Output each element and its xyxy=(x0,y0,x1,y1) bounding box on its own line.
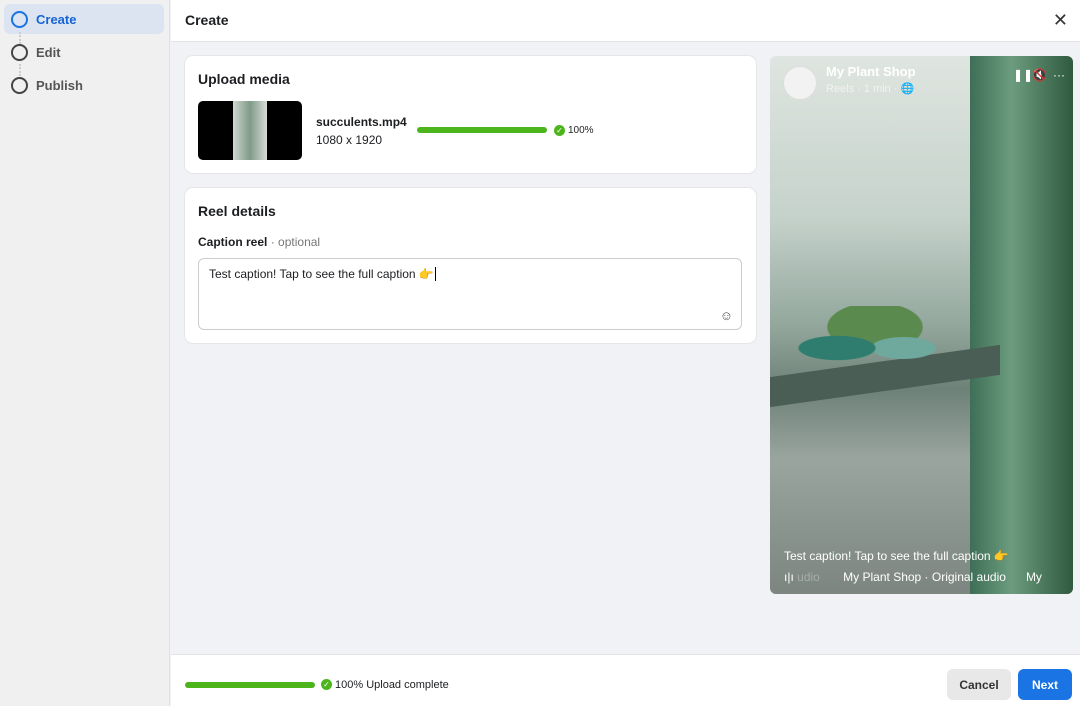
page-name: My Plant Shop xyxy=(826,64,916,79)
video-thumbnail xyxy=(198,101,302,160)
audio-prefix: udio xyxy=(797,570,820,584)
meta-text: Reels · 1 min · xyxy=(826,83,901,95)
upload-media-title: Upload media xyxy=(198,71,290,87)
caption-input[interactable]: Test caption! Tap to see the full captio… xyxy=(198,258,742,330)
page-title: Create xyxy=(185,12,229,28)
step-circle-icon xyxy=(11,43,28,61)
footer-progress-bar xyxy=(185,682,315,688)
file-dimensions: 1080 x 1920 xyxy=(316,133,383,147)
reel-details-card: Reel details Caption reel · optional Tes… xyxy=(185,188,756,343)
step-label: Publish xyxy=(36,77,83,93)
pause-icon[interactable]: ❚❚ xyxy=(1013,68,1033,82)
audio-icon: ı|ı xyxy=(784,570,794,584)
audio-text: My Plant Shop · Original audio xyxy=(843,570,1006,584)
step-circle-icon xyxy=(11,76,28,94)
preview-caption: Test caption! Tap to see the full captio… xyxy=(784,549,1009,563)
reel-details-title: Reel details xyxy=(198,203,276,219)
step-label: Create xyxy=(36,11,77,27)
preview-plants-bg xyxy=(780,306,970,376)
step-edit[interactable]: Edit xyxy=(4,37,164,67)
caption-label-text: Caption reel xyxy=(198,235,268,249)
preview-window-bg xyxy=(970,56,1073,594)
caption-label: Caption reel · optional xyxy=(198,235,320,249)
step-label: Edit xyxy=(36,44,61,60)
more-icon[interactable]: ··· xyxy=(1053,68,1065,82)
step-circle-icon xyxy=(11,10,28,28)
check-icon: ✓ xyxy=(321,679,332,690)
emoji-icon[interactable]: ☺ xyxy=(720,308,733,323)
next-button[interactable]: Next xyxy=(1018,669,1072,700)
sidebar: Create Edit Publish xyxy=(0,0,170,706)
upload-media-card: Upload media succulents.mp4 1080 x 1920 … xyxy=(185,56,756,173)
upload-status: 100% Upload complete xyxy=(335,679,449,691)
mute-icon[interactable]: 🔇 xyxy=(1032,68,1047,82)
caption-value: Test caption! Tap to see the full captio… xyxy=(209,267,434,281)
separator: · xyxy=(270,235,275,249)
header: Create ✕ xyxy=(171,0,1080,42)
step-create[interactable]: Create xyxy=(4,4,164,34)
footer: ✓ 100% Upload complete Cancel Next xyxy=(171,654,1080,706)
step-publish[interactable]: Publish xyxy=(4,70,164,100)
avatar xyxy=(783,66,817,100)
file-name: succulents.mp4 xyxy=(316,115,407,129)
close-icon[interactable]: ✕ xyxy=(1053,10,1068,31)
globe-icon: 🌐 xyxy=(900,83,915,95)
preview-audio: ı|ı udio My Plant Shop · Original audio … xyxy=(784,570,1042,584)
preview-meta: Reels · 1 min · 🌐 xyxy=(826,82,914,95)
reel-preview[interactable]: My Plant Shop Reels · 1 min · 🌐 ❚❚ 🔇 ···… xyxy=(770,56,1073,594)
upload-percent: 100% xyxy=(568,125,594,136)
upload-progress-bar xyxy=(417,127,547,133)
check-icon: ✓ xyxy=(554,125,565,136)
cancel-button[interactable]: Cancel xyxy=(947,669,1011,700)
optional-text: optional xyxy=(278,235,321,249)
audio-next: My xyxy=(1025,570,1042,584)
